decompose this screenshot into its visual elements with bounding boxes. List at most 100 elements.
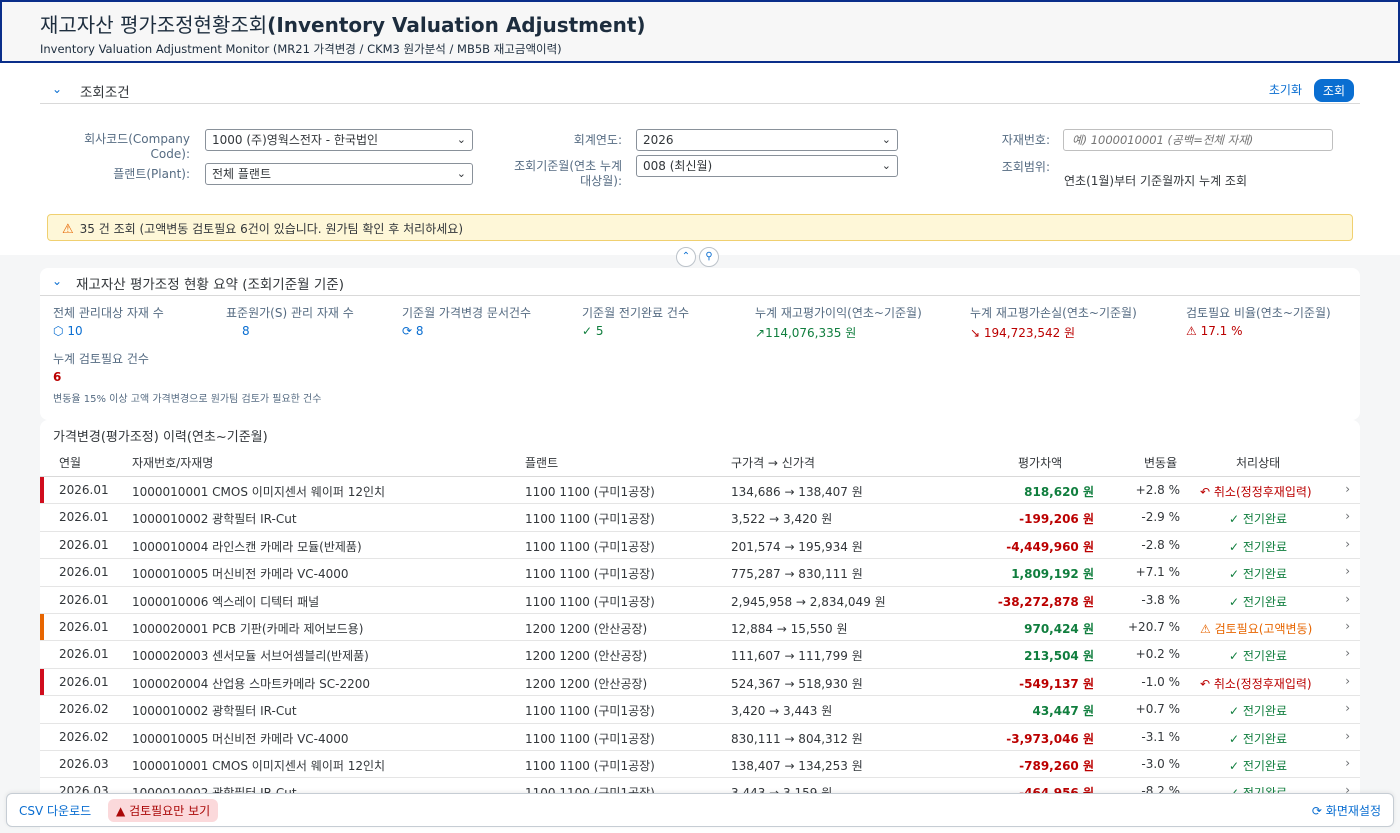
cell-plant: 1100 1100 (구미1공장)	[525, 704, 655, 719]
cell-rate: -3.8 %	[1141, 592, 1180, 607]
cell-period: 2026.01	[59, 565, 109, 580]
period-label: 조회기준월(연초 누계 대상월):	[514, 159, 622, 188]
page-title: 재고자산 평가조정현황조회(Inventory Valuation Adjust…	[40, 12, 1360, 38]
cell-period: 2026.01	[59, 510, 109, 525]
collapse-header-icon[interactable]: ⌃	[676, 247, 696, 267]
cell-price: 775,287 → 830,111 원	[731, 567, 863, 582]
chevron-right-icon[interactable]: ›	[1345, 592, 1350, 606]
kpi-label: 전체 관리대상 자재 수	[53, 306, 164, 320]
history-table-card: 가격변경(평가조정) 이력(연초~기준월) 연월 자재번호/자재명 플랜트 구가…	[40, 420, 1360, 833]
row-highlight	[40, 613, 44, 641]
chevron-right-icon[interactable]: ›	[1345, 701, 1350, 715]
cell-plant: 1200 1200 (안산공장)	[525, 676, 648, 691]
undo-icon: ↶	[1200, 485, 1211, 499]
cell-status: ✓ 전기완료	[1229, 565, 1287, 582]
table-row[interactable]: 2026.01 1000010004 라인스캔 카메라 모듈(반제품) 1100 1…	[40, 532, 1360, 560]
csv-download-button[interactable]: CSV 다운로드	[19, 802, 91, 819]
check-icon: ✓	[1229, 731, 1240, 746]
col-period[interactable]: 연월	[59, 454, 81, 471]
table-row[interactable]: 2026.01 1000010006 엑스레이 디텍터 패널 1100 1100 (…	[40, 587, 1360, 614]
message-text: 35 건 조회 (고액변동 검토필요 6건이 있습니다. 원가팀 확인 후 처리…	[79, 222, 464, 236]
col-status[interactable]: 처리상태	[1236, 454, 1280, 471]
chevron-down-icon[interactable]: ⌄	[48, 80, 66, 98]
kpi-value: 8	[242, 324, 250, 338]
table-header: 연월 자재번호/자재명 플랜트 구가격 → 신가격 평가차액 변동율 처리상태	[40, 450, 1360, 477]
table-row[interactable]: 2026.01 1000020003 센서모듈 서브어셈블리(반제품) 1200 1…	[40, 641, 1360, 669]
refresh-icon: ⟳	[1311, 804, 1322, 818]
kpi-label: 표준원가(S) 관리 자재 수	[226, 306, 354, 320]
table-row[interactable]: 2026.01 1000010005 머신비전 카메라 VC-4000 1100 1…	[40, 559, 1360, 587]
table-row[interactable]: 2026.01 1000020004 산업용 스마트카메라 SC-2200 1200…	[40, 668, 1360, 697]
pin-icon[interactable]: ⚲	[699, 247, 719, 267]
cell-period: 2026.02	[59, 729, 109, 744]
cell-plant: 1100 1100 (구미1공장)	[525, 594, 655, 609]
cell-diff: -38,272,878 원	[997, 594, 1094, 609]
chevron-down-icon: ⌄	[881, 133, 891, 146]
cell-period: 2026.03	[59, 756, 109, 771]
cell-material: 1000010005 머신비전 카메라 VC-4000	[132, 567, 349, 582]
cell-status: ✓ 전기완료	[1229, 510, 1287, 527]
col-material[interactable]: 자재번호/자재명	[132, 454, 213, 471]
chevron-right-icon[interactable]: ›	[1345, 646, 1350, 660]
chevron-right-icon[interactable]: ›	[1345, 756, 1350, 770]
review-only-button[interactable]: ▲ 검토필요만 보기	[108, 799, 219, 822]
warning-icon: ⚠	[1200, 621, 1211, 636]
summary-panel: ⌄ 재고자산 평가조정 현황 요약 (조회기준월 기준) 전체 관리대상 자재 …	[40, 268, 1360, 420]
table-row[interactable]: 2026.03 1000010001 CMOS 이미지센서 웨이퍼 12인치 110…	[40, 751, 1360, 779]
col-plant[interactable]: 플랜트	[525, 454, 558, 471]
table-row[interactable]: 2026.02 1000010002 광학필터 IR-Cut 1100 1100 (…	[40, 696, 1360, 724]
cell-period: 2026.01	[59, 674, 109, 689]
col-rate[interactable]: 변동율	[1144, 454, 1177, 471]
refresh-icon: ⟳	[402, 324, 413, 338]
chevron-right-icon[interactable]: ›	[1345, 537, 1350, 551]
col-diff[interactable]: 평가차액	[1018, 454, 1062, 471]
cell-material: 1000010005 머신비전 카메라 VC-4000	[132, 731, 349, 746]
reset-button[interactable]: 초기화	[1269, 81, 1302, 98]
cell-price: 2,945,958 → 2,834,049 원	[731, 594, 886, 609]
year-select[interactable]: 2026 ⌄	[636, 129, 898, 151]
kpi-standard-cost-materials: 표준원가(S) 관리 자재 수 8	[226, 304, 354, 338]
check-icon: ✓	[582, 324, 593, 338]
cell-price: 134,686 → 138,407 원	[731, 485, 863, 499]
kpi-price-change-docs: 기준월 가격변경 문서건수 ⟳ 8	[402, 304, 531, 338]
chevron-right-icon[interactable]: ›	[1345, 674, 1350, 688]
kpi-total-materials: 전체 관리대상 자재 수 ⬡ 10	[53, 304, 164, 338]
chevron-right-icon[interactable]: ›	[1345, 564, 1350, 578]
reset-view-button[interactable]: ⟳ 화면재설정	[1312, 802, 1381, 819]
col-price[interactable]: 구가격 → 신가격	[731, 454, 815, 471]
cell-rate: +2.8 %	[1135, 483, 1180, 497]
summary-title: 재고자산 평가조정 현황 요약 (조회기준월 기준)	[76, 277, 344, 293]
trend-up-icon: ↗	[755, 326, 766, 340]
table-body: 2026.01 1000010001 CMOS 이미지센서 웨이퍼 12인치 110…	[40, 477, 1360, 806]
cell-price: 830,111 → 804,312 원	[731, 731, 863, 746]
material-input[interactable]	[1063, 129, 1333, 151]
chevron-right-icon[interactable]: ›	[1345, 619, 1350, 633]
cell-price: 3,522 → 3,420 원	[731, 512, 833, 527]
cell-material: 1000010004 라인스캔 카메라 모듈(반제품)	[132, 539, 362, 554]
kpi-review-ratio: 검토필요 비율(연초~기준월) ⚠ 17.1 %	[1186, 304, 1331, 338]
chevron-right-icon[interactable]: ›	[1345, 482, 1350, 496]
plant-select-value: 전체 플랜트	[212, 167, 272, 181]
go-button[interactable]: 조회	[1313, 79, 1354, 102]
cell-diff: 818,620 원	[1024, 485, 1094, 499]
plant-select[interactable]: 전체 플랜트 ⌄	[205, 163, 473, 185]
cell-material: 1000010002 광학필터 IR-Cut	[132, 512, 297, 527]
table-row[interactable]: 2026.01 1000010001 CMOS 이미지센서 웨이퍼 12인치 110…	[40, 477, 1360, 505]
cell-status: ⚠ 검토필요(고액변동)	[1200, 620, 1312, 637]
table-row[interactable]: 2026.01 1000020001 PCB 기판(카메라 제어보드용) 1200 …	[40, 613, 1360, 642]
cell-diff: -3,973,046 원	[1006, 731, 1094, 746]
kpi-label: 누계 검토필요 건수	[53, 352, 149, 366]
period-select[interactable]: 008 (최신월) ⌄	[636, 155, 898, 177]
check-icon: ✓	[1229, 594, 1240, 609]
undo-icon: ↶	[1200, 676, 1211, 691]
kpi-label: 기준월 전기완료 건수	[582, 306, 689, 320]
chevron-down-icon[interactable]: ⌄	[48, 272, 66, 290]
chevron-right-icon[interactable]: ›	[1345, 729, 1350, 743]
chevron-right-icon[interactable]: ›	[1345, 509, 1350, 523]
table-row[interactable]: 2026.01 1000010002 광학필터 IR-Cut 1100 1100 (…	[40, 504, 1360, 532]
company-select[interactable]: 1000 (주)영웍스전자 - 한국법인 ⌄	[205, 129, 473, 151]
cube-icon: ⬡	[53, 324, 64, 338]
status-label: 전기완료	[1242, 731, 1288, 746]
page-header: 재고자산 평가조정현황조회(Inventory Valuation Adjust…	[0, 0, 1400, 63]
table-row[interactable]: 2026.02 1000010005 머신비전 카메라 VC-4000 1100 1…	[40, 724, 1360, 751]
